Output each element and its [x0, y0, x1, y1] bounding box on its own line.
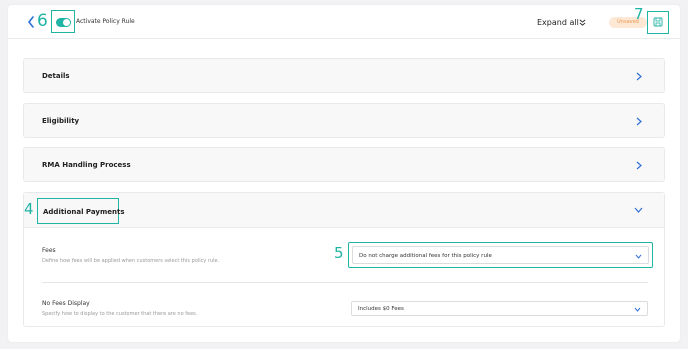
section-title: RMA Handling Process	[42, 161, 131, 169]
chevron-down-icon[interactable]	[634, 207, 643, 213]
additional-payments-header[interactable]: 4 Additional Payments	[24, 193, 664, 228]
chevron-down-icon	[635, 254, 642, 259]
section-rma-handling[interactable]: RMA Handling Process	[23, 147, 665, 182]
expand-chevrons-icon[interactable]	[579, 19, 586, 26]
no-fees-display-description: Specify how to display to the customer t…	[42, 311, 198, 317]
activate-policy-toggle[interactable]	[56, 18, 71, 27]
top-bar: 6 Activate Policy Rule Expand all Unsave…	[8, 5, 680, 39]
fees-select-highlight: Do not charge additional fees for this p…	[348, 242, 653, 268]
fees-select[interactable]: Do not charge additional fees for this p…	[352, 246, 649, 264]
chevron-down-icon	[634, 307, 641, 312]
no-fees-display-label: No Fees Display	[42, 300, 90, 307]
policy-rule-card: 6 Activate Policy Rule Expand all Unsave…	[8, 5, 680, 342]
activate-policy-label: Activate Policy Rule	[76, 18, 135, 25]
chevron-right-icon[interactable]	[636, 161, 642, 170]
divider	[42, 282, 648, 283]
save-icon[interactable]	[653, 17, 663, 27]
section-details[interactable]: Details	[23, 58, 665, 93]
fees-select-value: Do not charge additional fees for this p…	[359, 253, 492, 259]
no-fees-display-value: Includes $0 Fees	[358, 306, 404, 312]
step-marker-6: 6	[37, 11, 48, 31]
section-eligibility[interactable]: Eligibility	[23, 103, 665, 138]
step-marker-7: 7	[634, 5, 644, 23]
step-marker-5: 5	[334, 244, 344, 262]
save-button-highlight	[647, 11, 669, 34]
section-title: Additional Payments	[43, 208, 125, 216]
activate-toggle-highlight	[51, 10, 75, 33]
section-title: Eligibility	[42, 117, 80, 125]
toggle-knob	[63, 19, 70, 26]
additional-payments-highlight: Additional Payments	[37, 198, 125, 224]
section-title: Details	[42, 72, 70, 80]
chevron-right-icon[interactable]	[636, 117, 642, 126]
no-fees-display-select[interactable]: Includes $0 Fees	[351, 301, 648, 316]
section-additional-payments: 4 Additional Payments Fees Define how fe…	[23, 192, 665, 327]
chevron-right-icon[interactable]	[636, 72, 642, 81]
expand-all-button[interactable]: Expand all	[537, 18, 579, 27]
step-marker-4: 4	[24, 200, 34, 218]
chevron-left-icon[interactable]	[26, 15, 36, 29]
fees-label: Fees	[42, 247, 56, 254]
fees-description: Define how fees will be applied when cus…	[42, 258, 220, 264]
